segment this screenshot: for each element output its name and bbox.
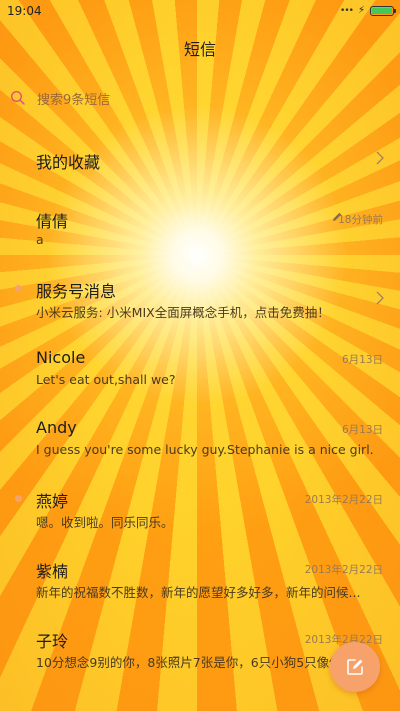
battery-icon bbox=[370, 5, 396, 16]
search-input[interactable]: 搜索9条短信 bbox=[10, 86, 390, 110]
unread-indicator bbox=[15, 495, 22, 502]
conversation-name: 倩倩 bbox=[36, 212, 69, 231]
conversation-preview: 新年的祝福数不胜数，新年的愿望好多好多，新年的问候... bbox=[36, 585, 361, 600]
conversation-time: 2013年2月22日 bbox=[304, 494, 383, 506]
compose-icon bbox=[347, 659, 363, 675]
conversation-name: 紫楠 bbox=[36, 562, 69, 581]
messages-app: 19:04 ••• ⚡ 短信 搜索9条短信 我的收藏 倩倩 18分钟前 a 服务… bbox=[0, 0, 400, 711]
unread-indicator bbox=[15, 285, 22, 292]
chevron-right-icon bbox=[376, 291, 384, 305]
conversation-time: 6月13日 bbox=[341, 424, 383, 436]
search-icon bbox=[10, 90, 25, 105]
conversation-time: 2013年2月22日 bbox=[304, 564, 383, 576]
compose-button[interactable] bbox=[330, 642, 380, 692]
status-icons: ••• ⚡ bbox=[340, 5, 396, 16]
list-item-conversation[interactable]: Nicole 6月13日 Let's eat out,shall we? bbox=[0, 348, 400, 410]
signal-icon: ••• bbox=[340, 5, 354, 16]
chevron-right-icon bbox=[376, 151, 384, 165]
conversation-name: 子玲 bbox=[36, 632, 69, 651]
conversation-name: Andy bbox=[36, 418, 77, 437]
list-item-conversation[interactable]: Andy 6月13日 I guess you're some lucky guy… bbox=[0, 418, 400, 480]
search-placeholder: 搜索9条短信 bbox=[37, 92, 111, 108]
charging-icon: ⚡ bbox=[357, 5, 365, 16]
conversation-preview: a bbox=[36, 232, 44, 247]
battery-level bbox=[372, 7, 392, 14]
conversation-preview: I guess you're some lucky guy.Stephanie … bbox=[36, 442, 374, 457]
conversation-time: 6月13日 bbox=[341, 354, 383, 366]
conversation-preview: Let's eat out,shall we? bbox=[36, 372, 176, 387]
conversation-name: 我的收藏 bbox=[36, 153, 101, 172]
list-item-conversation[interactable]: 紫楠 2013年2月22日 新年的祝福数不胜数，新年的愿望好多好多，新年的问候.… bbox=[0, 558, 400, 620]
status-bar: 19:04 ••• ⚡ bbox=[0, 0, 400, 22]
conversation-preview: 嗯。收到啦。同乐同乐。 bbox=[36, 515, 174, 530]
list-item-service-messages[interactable]: 服务号消息 小米云服务: 小米MIX全面屏概念手机，点击免费抽！ bbox=[0, 278, 400, 340]
list-item-conversation[interactable]: 倩倩 18分钟前 a bbox=[0, 208, 400, 270]
conversation-preview: 10分想念9别的你，8张照片7张是你，6只小狗5只像你 bbox=[36, 655, 342, 670]
conversation-name: Nicole bbox=[36, 348, 86, 367]
list-item-conversation[interactable]: 燕婷 2013年2月22日 嗯。收到啦。同乐同乐。 bbox=[0, 488, 400, 550]
list-item-favorites[interactable]: 我的收藏 bbox=[0, 148, 400, 210]
page-title: 短信 bbox=[183, 40, 216, 59]
conversation-name: 服务号消息 bbox=[36, 282, 117, 301]
conversation-preview: 小米云服务: 小米MIX全面屏概念手机，点击免费抽！ bbox=[36, 305, 330, 320]
conversation-time: 18分钟前 bbox=[338, 214, 383, 226]
status-time: 19:04 bbox=[7, 4, 42, 18]
conversation-name: 燕婷 bbox=[36, 492, 69, 511]
